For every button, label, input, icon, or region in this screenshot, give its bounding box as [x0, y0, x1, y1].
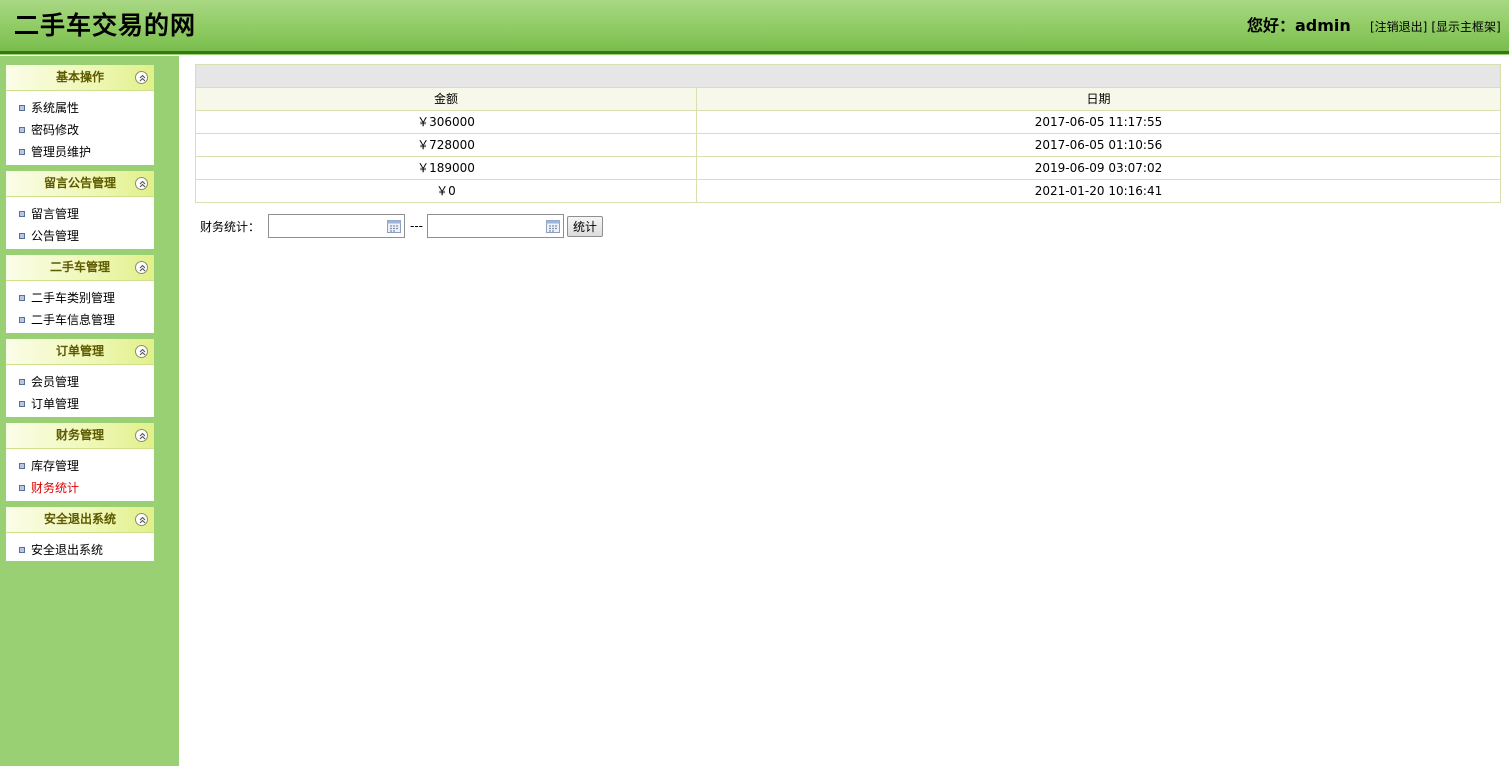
finance-table: 金额 日期 ￥306000 2017-06-05 11:17:55 ￥72800…: [195, 64, 1501, 203]
top-header: 二手车交易的网 您好：admin [注销退出] [显示主框架]: [0, 0, 1509, 51]
bullet-icon: [19, 463, 25, 469]
cell-date: 2017-06-05 01:10:56: [696, 133, 1501, 157]
cell-amount: ￥728000: [195, 133, 697, 157]
end-date-input[interactable]: [428, 215, 544, 237]
sidebar-item-member-management[interactable]: 会员管理: [6, 371, 154, 393]
menu-head-title: 订单管理: [55, 344, 104, 358]
collapse-icon[interactable]: [135, 261, 148, 274]
menu-head-title: 安全退出系统: [43, 512, 116, 526]
bullet-icon: [19, 211, 25, 217]
main-content: 金额 日期 ￥306000 2017-06-05 11:17:55 ￥72800…: [179, 56, 1509, 766]
logout-link[interactable]: [注销退出]: [1370, 20, 1427, 34]
menu-head-finance[interactable]: 财务管理: [6, 423, 154, 449]
sidebar: 基本操作 系统属性 密码修改 管理员维护 留言公告管理 留言管理 公告管理 二手…: [0, 56, 179, 766]
column-header-date: 日期: [696, 87, 1501, 111]
sidebar-item-inventory-management[interactable]: 库存管理: [6, 455, 154, 477]
sidebar-item-order-management[interactable]: 订单管理: [6, 393, 154, 415]
bullet-icon: [19, 379, 25, 385]
statistics-button[interactable]: 统计: [567, 215, 604, 237]
sidebar-item-car-category-management[interactable]: 二手车类别管理: [6, 287, 154, 309]
sidebar-item-admin-maintenance[interactable]: 管理员维护: [6, 141, 154, 163]
bullet-icon: [19, 547, 25, 553]
date-range-separator: ---: [410, 219, 424, 233]
menu-group-exit: 安全退出系统 安全退出系统: [6, 507, 154, 561]
bullet-icon: [19, 127, 25, 133]
header-divider: [0, 51, 1509, 55]
top-links: [注销退出] [显示主框架]: [1370, 19, 1501, 35]
sidebar-item-message-management[interactable]: 留言管理: [6, 203, 154, 225]
cell-amount: ￥189000: [195, 156, 697, 180]
sidebar-item-safe-exit[interactable]: 安全退出系统: [6, 539, 154, 561]
menu-head-title: 基本操作: [55, 70, 104, 84]
bullet-icon: [19, 233, 25, 239]
menu-head-title: 财务管理: [55, 428, 104, 442]
calendar-icon[interactable]: [546, 219, 561, 236]
menu-head-cars[interactable]: 二手车管理: [6, 255, 154, 281]
sidebar-item-finance-statistics[interactable]: 财务统计: [6, 477, 154, 499]
cell-date: 2017-06-05 11:17:55: [696, 110, 1501, 134]
cell-amount: ￥306000: [195, 110, 697, 134]
finance-filter: 财务统计： --- 统计: [200, 214, 604, 238]
cell-date: 2021-01-20 10:16:41: [696, 179, 1501, 203]
bullet-icon: [19, 401, 25, 407]
cell-date: 2019-06-09 03:07:02: [696, 156, 1501, 180]
site-title: 二手车交易的网: [14, 11, 197, 40]
collapse-icon[interactable]: [135, 429, 148, 442]
menu-head-exit[interactable]: 安全退出系统: [6, 507, 154, 533]
cell-amount: ￥0: [195, 179, 697, 203]
table-row: ￥306000 2017-06-05 11:17:55: [195, 110, 1501, 134]
bullet-icon: [19, 149, 25, 155]
menu-head-orders[interactable]: 订单管理: [6, 339, 154, 365]
sidebar-item-car-info-management[interactable]: 二手车信息管理: [6, 309, 154, 331]
menu-head-title: 留言公告管理: [43, 176, 116, 190]
bullet-icon: [19, 485, 25, 491]
menu-group-cars: 二手车管理 二手车类别管理 二手车信息管理: [6, 255, 154, 333]
bullet-icon: [19, 317, 25, 323]
table-row: ￥0 2021-01-20 10:16:41: [195, 179, 1501, 203]
menu-head-title: 二手车管理: [49, 260, 110, 274]
menu-group-basic: 基本操作 系统属性 密码修改 管理员维护: [6, 65, 154, 165]
menu-group-finance: 财务管理 库存管理 财务统计: [6, 423, 154, 501]
bullet-icon: [19, 105, 25, 111]
start-date-input[interactable]: [269, 215, 385, 237]
start-date-box: [268, 214, 406, 238]
table-row: ￥728000 2017-06-05 01:10:56: [195, 133, 1501, 157]
column-header-amount: 金额: [195, 87, 697, 111]
show-main-frame-link[interactable]: [显示主框架]: [1431, 20, 1500, 34]
table-header-row: 金额 日期: [195, 87, 1501, 111]
collapse-icon[interactable]: [135, 513, 148, 526]
menu-group-messages: 留言公告管理 留言管理 公告管理: [6, 171, 154, 249]
sidebar-item-notice-management[interactable]: 公告管理: [6, 225, 154, 247]
sidebar-item-system-properties[interactable]: 系统属性: [6, 97, 154, 119]
sidebar-item-change-password[interactable]: 密码修改: [6, 119, 154, 141]
bullet-icon: [19, 295, 25, 301]
menu-head-basic[interactable]: 基本操作: [6, 65, 154, 91]
filter-label: 财务统计：: [200, 219, 261, 234]
collapse-icon[interactable]: [135, 177, 148, 190]
calendar-icon[interactable]: [387, 219, 402, 236]
table-row: ￥189000 2019-06-09 03:07:02: [195, 156, 1501, 180]
menu-group-orders: 订单管理 会员管理 订单管理: [6, 339, 154, 417]
table-caption-row: [195, 64, 1501, 88]
collapse-icon[interactable]: [135, 345, 148, 358]
menu-head-messages[interactable]: 留言公告管理: [6, 171, 154, 197]
end-date-box: [427, 214, 565, 238]
collapse-icon[interactable]: [135, 71, 148, 84]
user-greeting: 您好：admin: [1247, 16, 1351, 35]
